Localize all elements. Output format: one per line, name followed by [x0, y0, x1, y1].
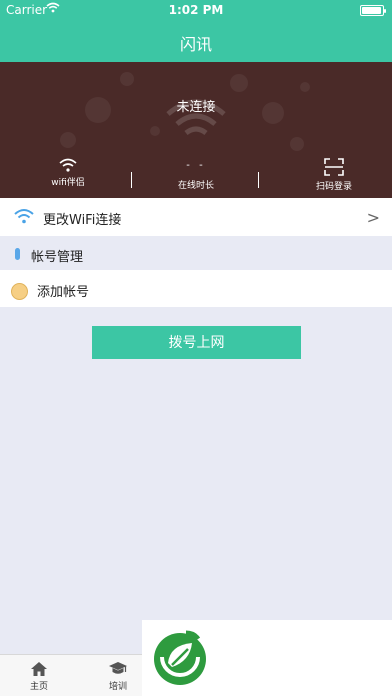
change-wifi-row[interactable]: 更改WiFi连接 > — [0, 198, 392, 236]
tab-training-label: 培训 — [108, 682, 127, 692]
connection-status: 未连接 — [176, 100, 216, 115]
scan-login-label: 扫码登录 — [315, 182, 352, 192]
chevron-right-icon: > — [366, 208, 380, 227]
home-icon — [31, 662, 47, 676]
divider — [131, 172, 132, 188]
divider — [258, 172, 259, 188]
page-title: 闪讯 — [179, 35, 212, 54]
change-wifi-label: 更改WiFi连接 — [43, 213, 122, 228]
status-time: 1:02 PM — [168, 3, 224, 17]
wifi-companion-label: wifi伴侣 — [51, 178, 85, 188]
account-section-title: 帐号管理 — [31, 250, 84, 265]
scan-login-button[interactable]: 扫码登录 — [313, 158, 355, 192]
wifi-icon — [14, 209, 34, 224]
battery-icon — [360, 5, 386, 16]
account-section-header: 帐号管理 — [0, 236, 392, 270]
connection-panel: 未连接 wifi伴侣 - - 在线时长 扫码登录 — [0, 62, 392, 198]
online-duration-label: 在线时长 — [177, 181, 214, 191]
leaf-logo-icon — [154, 630, 206, 685]
tab-home-label: 主页 — [29, 682, 48, 692]
add-account-icon — [11, 283, 28, 300]
dial-up-button[interactable]: 拨号上网 — [92, 326, 301, 359]
section-marker — [15, 248, 20, 260]
add-account-label: 添加帐号 — [37, 285, 90, 300]
online-duration: 在线时长 — [166, 178, 226, 191]
graduation-cap-icon — [109, 662, 127, 674]
tab-home[interactable]: 主页 — [9, 661, 69, 692]
status-bar: Carrier 1:02 PM — [0, 0, 392, 20]
top-bar: Carrier 1:02 PM 闪讯 — [0, 0, 392, 62]
add-account-row[interactable]: 添加帐号 — [0, 270, 392, 307]
scan-icon — [324, 158, 344, 176]
tab-training[interactable]: 培训 — [88, 661, 148, 692]
